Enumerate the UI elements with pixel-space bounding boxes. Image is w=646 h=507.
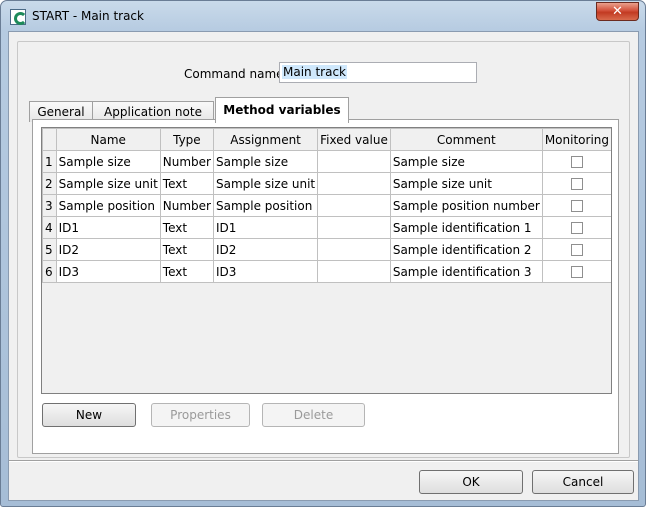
cell-fixed-value[interactable] bbox=[317, 238, 391, 261]
table-row[interactable]: 6 ID3 Text ID3 Sample identification 3 bbox=[42, 260, 611, 283]
cell-comment[interactable]: Sample identification 3 bbox=[389, 260, 543, 283]
row-number[interactable]: 6 bbox=[42, 260, 57, 283]
cell-monitoring bbox=[541, 150, 611, 173]
cell-fixed-value[interactable] bbox=[317, 172, 391, 195]
cell-assignment[interactable]: Sample position bbox=[212, 194, 319, 217]
column-header-fixed-value[interactable]: Fixed value bbox=[317, 128, 391, 151]
cell-comment[interactable]: Sample size bbox=[389, 150, 543, 173]
corner-cell bbox=[42, 128, 57, 151]
cell-type[interactable]: Text bbox=[159, 260, 215, 283]
cell-type[interactable]: Number bbox=[159, 194, 215, 217]
cell-monitoring bbox=[541, 172, 611, 195]
cell-type[interactable]: Text bbox=[159, 216, 215, 239]
cell-monitoring bbox=[541, 238, 611, 261]
monitoring-checkbox[interactable] bbox=[570, 156, 583, 168]
table-header-row: Name Type Assignment Fixed value Comment… bbox=[42, 128, 611, 151]
cell-fixed-value[interactable] bbox=[317, 150, 391, 173]
table-row[interactable]: 2 Sample size unit Text Sample size unit… bbox=[42, 172, 611, 195]
dialog-window: START - Main track ✕ Command name Main t… bbox=[0, 0, 646, 507]
title-bar[interactable]: START - Main track ✕ bbox=[1, 1, 645, 31]
monitoring-checkbox[interactable] bbox=[570, 222, 583, 234]
cell-fixed-value[interactable] bbox=[317, 216, 391, 239]
variables-grid: Name Type Assignment Fixed value Comment… bbox=[42, 128, 611, 283]
delete-button[interactable]: Delete bbox=[262, 403, 365, 427]
ok-button[interactable]: OK bbox=[419, 470, 523, 494]
cell-assignment[interactable]: ID2 bbox=[212, 238, 319, 261]
properties-button[interactable]: Properties bbox=[151, 403, 250, 427]
cell-name[interactable]: Sample size unit bbox=[55, 172, 161, 195]
close-button[interactable]: ✕ bbox=[596, 2, 639, 21]
method-variables-panel: Name Type Assignment Fixed value Comment… bbox=[32, 119, 619, 454]
cell-fixed-value[interactable] bbox=[317, 260, 391, 283]
column-header-name[interactable]: Name bbox=[55, 128, 161, 151]
table-row[interactable]: 1 Sample size Number Sample size Sample … bbox=[42, 150, 611, 173]
content-frame: Command name Main track General Applicat… bbox=[17, 41, 630, 458]
dialog-body: Command name Main track General Applicat… bbox=[8, 31, 639, 501]
cell-comment[interactable]: Sample identification 1 bbox=[389, 216, 543, 239]
monitoring-checkbox[interactable] bbox=[570, 178, 583, 190]
cancel-button[interactable]: Cancel bbox=[532, 470, 634, 494]
cell-assignment[interactable]: Sample size unit bbox=[212, 172, 319, 195]
command-name-label: Command name bbox=[184, 67, 284, 81]
row-number[interactable]: 3 bbox=[42, 194, 57, 217]
cell-type[interactable]: Text bbox=[159, 172, 215, 195]
cell-type[interactable]: Number bbox=[159, 150, 215, 173]
cell-name[interactable]: ID1 bbox=[55, 216, 161, 239]
tab-method-variables[interactable]: Method variables bbox=[215, 97, 349, 123]
cell-name[interactable]: Sample position bbox=[55, 194, 161, 217]
table-row[interactable]: 4 ID1 Text ID1 Sample identification 1 bbox=[42, 216, 611, 239]
row-number[interactable]: 1 bbox=[42, 150, 57, 173]
cell-name[interactable]: Sample size bbox=[55, 150, 161, 173]
monitoring-checkbox[interactable] bbox=[570, 266, 583, 278]
app-logo-icon bbox=[10, 9, 27, 25]
command-name-input[interactable]: Main track bbox=[279, 62, 477, 83]
column-header-monitoring[interactable]: Monitoring bbox=[541, 128, 611, 151]
cell-comment[interactable]: Sample identification 2 bbox=[389, 238, 543, 261]
cell-name[interactable]: ID2 bbox=[55, 238, 161, 261]
row-number[interactable]: 5 bbox=[42, 238, 57, 261]
row-number[interactable]: 4 bbox=[42, 216, 57, 239]
cell-name[interactable]: ID3 bbox=[55, 260, 161, 283]
column-header-assignment[interactable]: Assignment bbox=[212, 128, 319, 151]
cell-assignment[interactable]: Sample size bbox=[212, 150, 319, 173]
cell-comment[interactable]: Sample size unit bbox=[389, 172, 543, 195]
cell-monitoring bbox=[541, 194, 611, 217]
footer-separator bbox=[9, 460, 638, 462]
column-header-type[interactable]: Type bbox=[159, 128, 215, 151]
monitoring-checkbox[interactable] bbox=[570, 244, 583, 256]
variables-table[interactable]: Name Type Assignment Fixed value Comment… bbox=[41, 127, 612, 394]
cell-comment[interactable]: Sample position number bbox=[389, 194, 543, 217]
new-button[interactable]: New bbox=[42, 403, 136, 427]
monitoring-checkbox[interactable] bbox=[570, 200, 583, 212]
cell-monitoring bbox=[541, 260, 611, 283]
row-number[interactable]: 2 bbox=[42, 172, 57, 195]
table-row[interactable]: 3 Sample position Number Sample position… bbox=[42, 194, 611, 217]
column-header-comment[interactable]: Comment bbox=[389, 128, 543, 151]
cell-fixed-value[interactable] bbox=[317, 194, 391, 217]
cell-assignment[interactable]: ID1 bbox=[212, 216, 319, 239]
cell-type[interactable]: Text bbox=[159, 238, 215, 261]
cell-assignment[interactable]: ID3 bbox=[212, 260, 319, 283]
table-row[interactable]: 5 ID2 Text ID2 Sample identification 2 bbox=[42, 238, 611, 261]
window-title: START - Main track bbox=[32, 9, 144, 23]
command-name-value: Main track bbox=[282, 65, 347, 79]
cell-monitoring bbox=[541, 216, 611, 239]
